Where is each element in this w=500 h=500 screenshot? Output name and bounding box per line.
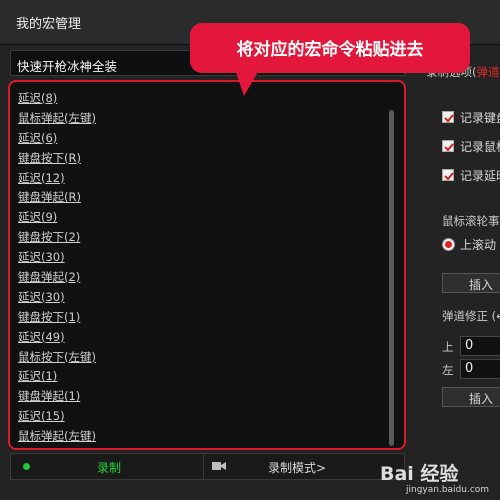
- baidu-watermark: Bai 经验 jingyan.baidu.com: [380, 455, 495, 500]
- callout-pointer: [236, 72, 258, 96]
- watermark-site: jingyan.baidu.com: [406, 485, 490, 495]
- watermark-logo: Bai 经验: [380, 463, 459, 485]
